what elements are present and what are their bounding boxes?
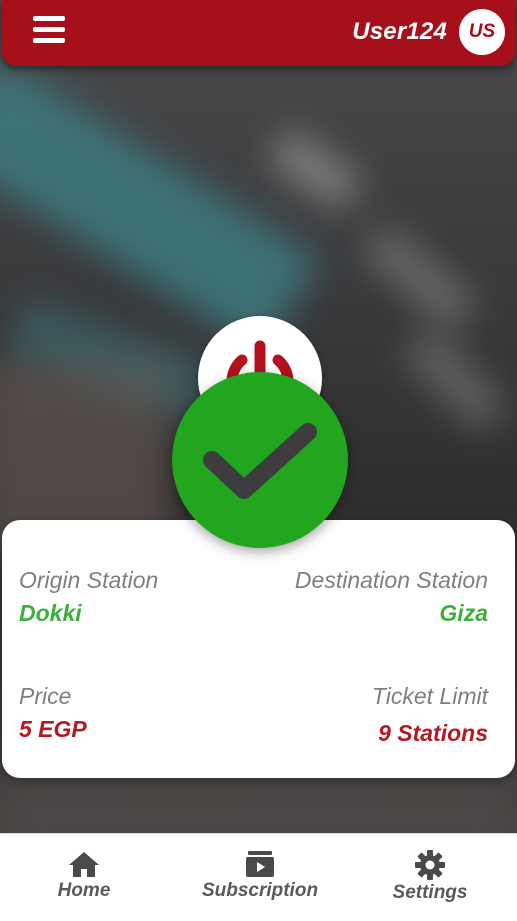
app-header: User124 US	[2, 0, 515, 66]
nav-settings-label: Settings	[392, 882, 468, 903]
nav-home[interactable]: Home	[52, 850, 116, 902]
username-label[interactable]: User124	[352, 18, 447, 46]
origin-station-label: Origin Station	[19, 567, 159, 593]
nav-home-label: Home	[57, 880, 111, 901]
avatar[interactable]: US	[459, 9, 505, 55]
price-value: 5 EGP	[19, 716, 87, 742]
bottom-navigation: Home Subscription Settings	[0, 833, 517, 921]
hamburger-menu-icon[interactable]	[33, 14, 65, 46]
subscription-icon	[246, 851, 274, 877]
nav-settings[interactable]: Settings	[386, 850, 474, 904]
success-check-badge	[172, 372, 348, 548]
price-label: Price	[19, 683, 72, 709]
gear-icon	[415, 850, 445, 880]
destination-station-value: Giza	[439, 600, 488, 626]
destination-station-label: Destination Station	[294, 567, 488, 593]
nav-subscription[interactable]: Subscription	[198, 850, 322, 902]
checkmark-icon	[203, 423, 317, 499]
home-icon	[69, 852, 99, 877]
ticket-details-card: Origin Station Dokki Destination Station…	[2, 520, 515, 778]
ticket-limit-value: 9 Stations	[378, 720, 488, 746]
origin-station-value: Dokki	[19, 600, 82, 626]
ticket-limit-label: Ticket Limit	[371, 683, 488, 709]
nav-subscription-label: Subscription	[201, 880, 319, 901]
